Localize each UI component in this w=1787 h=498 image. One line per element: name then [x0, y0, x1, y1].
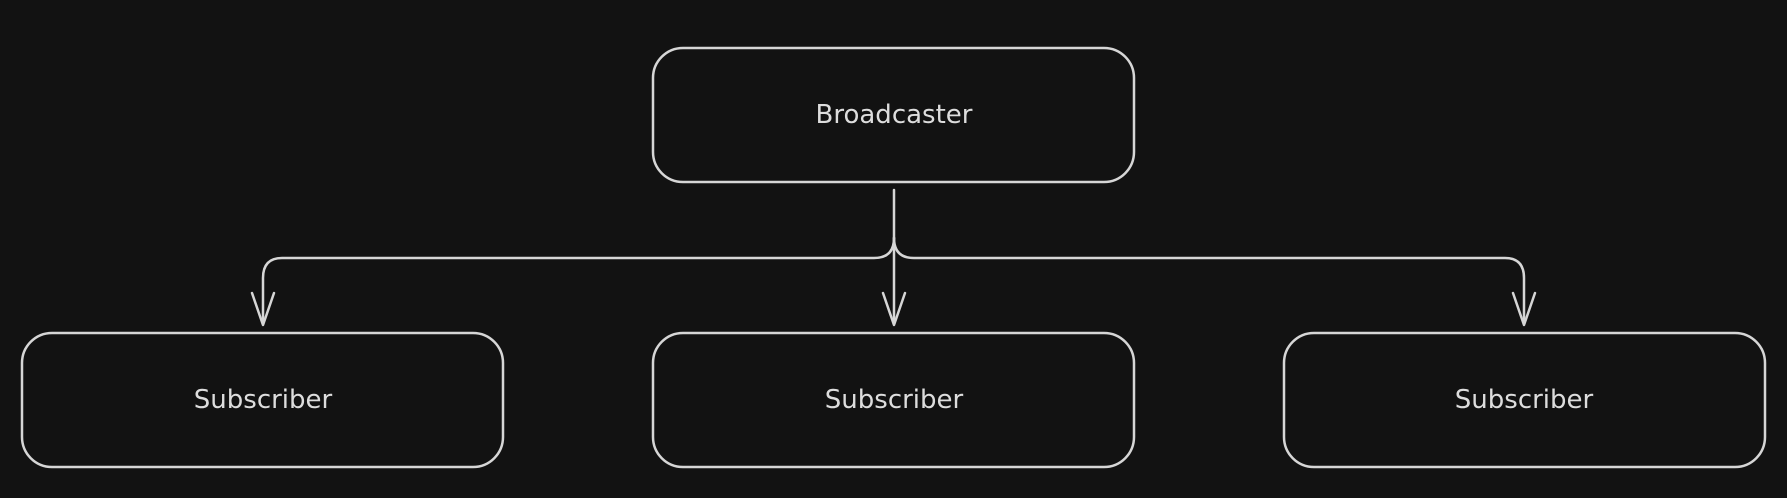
broadcaster-node[interactable]: Broadcaster [651, 46, 1136, 184]
broadcast-diagram: Broadcaster Subscriber Subscriber Subscr… [20, 46, 1767, 469]
subscriber-label: Subscriber [825, 385, 964, 415]
connectors [250, 188, 1537, 327]
subscriber-label: Subscriber [194, 385, 333, 415]
subscriber-node-3[interactable]: Subscriber [1282, 331, 1767, 469]
subscriber-node-2[interactable]: Subscriber [651, 331, 1136, 469]
connector-to-subscriber-1 [261, 236, 896, 325]
connector-to-subscriber-3 [892, 236, 1526, 325]
broadcaster-label: Broadcaster [816, 100, 973, 130]
subscriber-node-1[interactable]: Subscriber [20, 331, 505, 469]
subscriber-label: Subscriber [1455, 385, 1594, 415]
